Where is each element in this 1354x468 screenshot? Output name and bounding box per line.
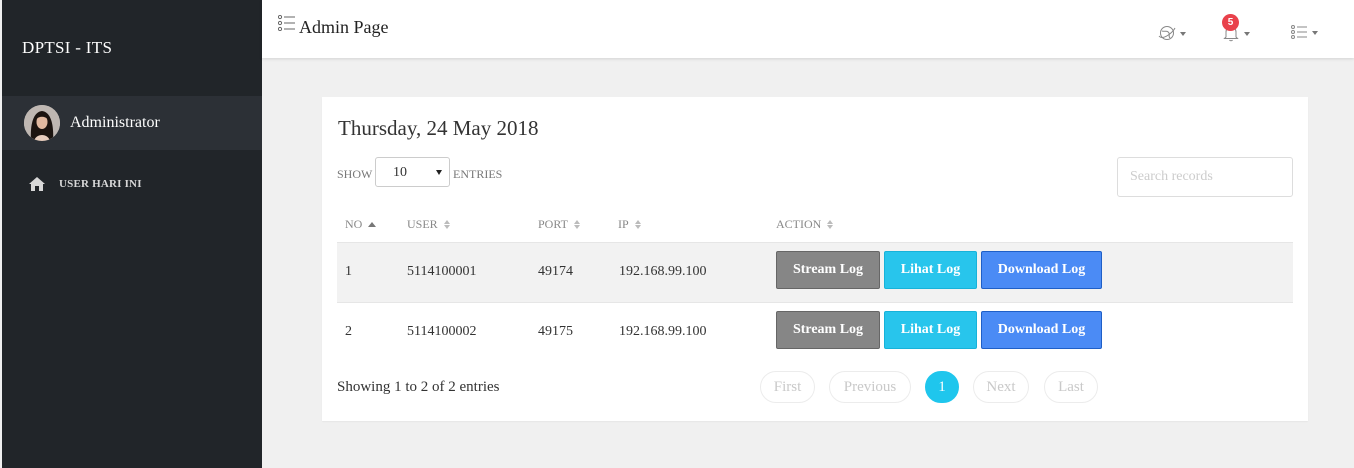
column-header-port[interactable]: PORT	[538, 217, 581, 232]
entries-select-value: 10	[393, 165, 407, 180]
pagination-last[interactable]: Last	[1044, 371, 1098, 403]
table-row: 2 5114100002 49175 192.168.99.100 Stream…	[337, 302, 1293, 362]
date-heading: Thursday, 24 May 2018	[338, 116, 539, 140]
column-header-label: USER	[407, 217, 438, 231]
column-header-label: ACTION	[776, 217, 822, 231]
column-header-label: NO	[345, 217, 363, 231]
pagination-previous[interactable]: Previous	[829, 371, 911, 403]
sidebar-item-user-hari-ini[interactable]: USER HARI INI	[28, 176, 142, 192]
sort-icon	[573, 220, 581, 229]
table-info: Showing 1 to 2 of 2 entries	[337, 379, 500, 395]
cell-user: 5114100002	[407, 324, 477, 339]
column-header-no[interactable]: NO	[345, 217, 377, 232]
chevron-down-icon	[436, 170, 442, 175]
column-header-ip[interactable]: IP	[618, 217, 642, 232]
list-icon	[1291, 25, 1307, 39]
chevron-down-icon	[1180, 32, 1186, 36]
globe-icon	[1158, 26, 1176, 40]
stream-log-button[interactable]: Stream Log	[776, 251, 880, 289]
pagination-next[interactable]: Next	[973, 371, 1029, 403]
user-profile[interactable]: Administrator	[2, 96, 262, 150]
pagination-first[interactable]: First	[760, 371, 815, 403]
notifications-button[interactable]: 5	[1222, 14, 1250, 42]
chevron-down-icon	[1312, 31, 1318, 35]
chevron-down-icon	[1244, 32, 1250, 36]
search-input[interactable]	[1117, 157, 1293, 197]
show-label: SHOW	[337, 167, 373, 181]
download-log-button[interactable]: Download Log	[981, 311, 1102, 349]
sort-icon	[634, 220, 642, 229]
column-header-label: IP	[618, 217, 629, 231]
notification-badge: 5	[1222, 14, 1239, 31]
stream-log-button[interactable]: Stream Log	[776, 311, 880, 349]
sidebar: DPTSI - ITS Administrator USER HARI INI	[2, 0, 262, 468]
cell-no: 2	[345, 324, 352, 339]
cell-ip: 192.168.99.100	[619, 264, 707, 279]
column-header-user[interactable]: USER	[407, 217, 451, 232]
download-log-button[interactable]: Download Log	[981, 251, 1102, 289]
cell-ip: 192.168.99.100	[619, 324, 707, 339]
list-icon[interactable]	[278, 15, 295, 31]
cell-port: 49174	[538, 264, 573, 279]
settings-list-button[interactable]	[1291, 24, 1318, 40]
sidebar-item-label: USER HARI INI	[59, 178, 142, 190]
brand-title: DPTSI - ITS	[22, 38, 113, 57]
entries-select[interactable]: 10	[375, 157, 450, 187]
table-row: 1 5114100001 49174 192.168.99.100 Stream…	[337, 242, 1293, 302]
globe-menu-button[interactable]	[1158, 24, 1186, 42]
column-header-label: PORT	[538, 217, 568, 231]
lihat-log-button[interactable]: Lihat Log	[884, 251, 977, 289]
page-title: Admin Page	[299, 17, 389, 37]
topbar: Admin Page 5	[262, 0, 1354, 58]
lihat-log-button[interactable]: Lihat Log	[884, 311, 977, 349]
sort-icon	[443, 220, 451, 229]
cell-no: 1	[345, 264, 352, 279]
entries-label: ENTRIES	[453, 167, 503, 181]
home-icon	[29, 177, 45, 191]
user-table-card: Thursday, 24 May 2018 SHOW 10 ENTRIES NO…	[322, 97, 1308, 421]
column-header-action[interactable]: ACTION	[776, 217, 834, 232]
user-name: Administrator	[70, 114, 160, 131]
cell-port: 49175	[538, 324, 573, 339]
avatar	[24, 105, 60, 141]
sort-icon	[827, 220, 834, 229]
sort-asc-icon	[368, 222, 377, 227]
pagination-page-1[interactable]: 1	[925, 371, 959, 403]
cell-user: 5114100001	[407, 264, 477, 279]
